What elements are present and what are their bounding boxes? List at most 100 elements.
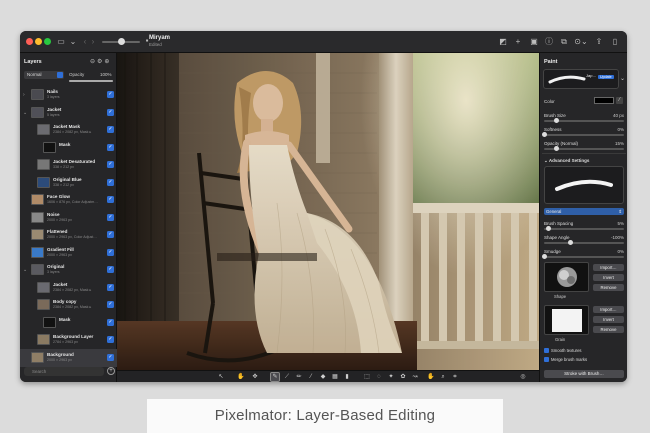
merge-brush-marks-checkbox[interactable]: Merge brush marks — [544, 357, 587, 363]
shape-angle-slider[interactable] — [544, 240, 624, 245]
layer-visibility-checkbox[interactable]: ✓ — [107, 301, 114, 308]
brush-selector[interactable]: Jap… Update — [543, 69, 619, 89]
options-icon[interactable]: ⊕ — [104, 59, 111, 65]
shape-invert-button[interactable]: Invert — [593, 274, 624, 281]
eyedropper-tool-icon[interactable]: ⁄ — [307, 373, 315, 381]
smooth-textures-checkbox[interactable]: Smooth textures — [544, 348, 582, 354]
grain-invert-button[interactable]: Invert — [593, 316, 624, 323]
layer-row[interactable]: Flattened 2000 × 2963 px, Color Adjust… ✓ — [20, 226, 117, 244]
grain-texture-well[interactable] — [544, 305, 589, 335]
eraser-tool-icon[interactable]: ▮ — [343, 373, 351, 381]
add-layer-button[interactable]: + — [107, 367, 115, 375]
layer-row[interactable]: Background Layer 2784 × 2963 px ✓ — [20, 331, 117, 349]
preset-select[interactable]: General ⇕ — [544, 208, 624, 215]
layer-row[interactable]: Body copy 2384 × 2082 px, Mask ▸ ✓ — [20, 296, 117, 314]
softness-knob[interactable] — [542, 132, 547, 137]
disclosure-icon[interactable]: › — [23, 92, 25, 98]
layer-visibility-checkbox[interactable]: ✓ — [107, 248, 114, 256]
arrange-tool-icon[interactable]: ↖ — [217, 373, 225, 381]
layer-row[interactable]: Jacket Mask 2384 × 2082 px, Mask ▸ ✓ — [20, 121, 117, 139]
lasso-tool-icon[interactable]: ◌ — [375, 373, 383, 381]
close-window-button[interactable] — [26, 38, 33, 45]
layer-visibility-checkbox[interactable]: ✓ — [107, 213, 114, 221]
canvas-settings-icon[interactable]: ◎ — [519, 373, 527, 381]
magic-wand-tool-icon[interactable]: ✦ — [387, 373, 395, 381]
crop-icon[interactable]: ⧉ — [559, 37, 569, 46]
zoom-tool-icon[interactable]: ⌕ — [439, 373, 447, 381]
add-icon[interactable]: + — [513, 37, 523, 46]
layer-visibility-checkbox[interactable]: ✓ — [107, 126, 114, 133]
shape-angle-knob[interactable] — [567, 240, 573, 245]
layer-visibility-checkbox[interactable]: ✓ — [107, 353, 114, 361]
layer-row[interactable]: Noise 2000 × 2963 px ✓ — [20, 209, 117, 227]
update-badge[interactable]: Update — [598, 75, 614, 79]
layer-visibility-checkbox[interactable]: ✓ — [107, 266, 114, 273]
blend-mode-select[interactable]: Normal — [24, 71, 64, 79]
softness-slider[interactable] — [542, 132, 624, 137]
layer-row[interactable]: Background 2000 × 2963 px ✓ — [20, 348, 117, 367]
layer-visibility-checkbox[interactable]: ✓ — [107, 196, 114, 203]
brush-spacing-knob[interactable] — [546, 226, 551, 231]
minimize-window-button[interactable] — [35, 38, 42, 45]
disclosure-icon[interactable]: ⌄ — [23, 110, 27, 116]
layer-search-input[interactable]: Search — [24, 367, 104, 376]
selection-tool-icon[interactable]: ⬚ — [363, 373, 371, 381]
smudge-slider[interactable] — [542, 254, 624, 259]
gradient-tool-icon[interactable]: ▦ — [331, 373, 339, 381]
grain-import-button[interactable]: Import… — [593, 306, 624, 313]
shape-import-button[interactable]: Import… — [593, 264, 624, 271]
layer-visibility-checkbox[interactable]: ✓ — [107, 318, 114, 326]
layer-visibility-checkbox[interactable]: ✓ — [107, 231, 114, 238]
info-icon[interactable]: ⓘ — [544, 37, 554, 46]
opacity-slider[interactable] — [69, 80, 113, 82]
eyedropper-icon[interactable]: ⁄ — [616, 97, 623, 104]
brush-tool-icon[interactable]: ⟋ — [283, 373, 291, 381]
shape-remove-button[interactable]: Remove — [593, 284, 624, 291]
group-icon[interactable]: ⊖ — [90, 59, 97, 65]
layer-row[interactable]: › Nails 3 layers ✓ — [20, 86, 117, 104]
layer-row[interactable]: ⌄ Original 3 layers ✓ — [20, 261, 117, 279]
layer-row[interactable]: Face Glow 1606 × 876 px, Color Adjustm… ✓ — [20, 191, 117, 209]
hand-tool-icon[interactable]: ✋ — [237, 373, 245, 381]
layer-visibility-checkbox[interactable]: ✓ — [107, 161, 114, 168]
image-icon[interactable]: ▣ — [529, 37, 539, 46]
smudge-knob[interactable] — [542, 254, 547, 259]
type-tool-icon[interactable]: ✋ — [427, 373, 435, 381]
crop-tool-icon[interactable]: ⌗ — [451, 373, 459, 381]
brush-spacing-slider[interactable] — [544, 226, 624, 231]
layer-visibility-checkbox[interactable]: ✓ — [107, 108, 114, 116]
layers-panel-icons[interactable]: ⊖⚙⊕ — [90, 58, 111, 65]
stroke-with-brush-button[interactable]: Stroke with Brush… — [544, 370, 624, 378]
layer-row[interactable]: Jacket 2384 × 2082 px, Mask ▸ ✓ — [20, 279, 117, 297]
pencil-tool-icon[interactable]: ✏ — [295, 373, 303, 381]
chevron-down-icon[interactable]: ⌄ — [620, 75, 625, 82]
transform-tool-icon[interactable]: ✥ — [251, 373, 259, 381]
layer-row[interactable]: Mask ✓ — [20, 139, 117, 157]
layer-visibility-checkbox[interactable]: ✓ — [107, 91, 114, 98]
image-canvas[interactable] — [117, 53, 539, 370]
sidebar-toggle-icon[interactable]: ▭ — [56, 37, 66, 46]
retouch-tool-icon[interactable]: ✿ — [399, 373, 407, 381]
layer-row[interactable]: Gradient Fill 2000 × 2963 px ✓ — [20, 244, 117, 262]
more-icon[interactable]: ⊙⌄ — [573, 37, 589, 46]
paint-opacity-knob[interactable] — [554, 146, 559, 151]
chevron-down-icon[interactable]: ⌄ — [68, 37, 78, 46]
brush-size-slider[interactable] — [544, 118, 624, 123]
zoom-window-button[interactable] — [44, 38, 51, 45]
disclosure-icon[interactable]: ⌄ — [23, 267, 27, 273]
layer-visibility-checkbox[interactable]: ✓ — [107, 178, 114, 186]
smudge-tool-icon[interactable]: ↝ — [411, 373, 419, 381]
layer-row[interactable]: ⌄ Jacket 5 layers ✓ — [20, 104, 117, 122]
advanced-settings-toggle[interactable]: ⌄ Advanced Settings — [544, 158, 589, 164]
paint-brush-tool-icon[interactable]: ✎ — [270, 372, 280, 382]
share-icon[interactable]: ⇪ — [594, 37, 604, 46]
color-well[interactable] — [594, 97, 614, 104]
fill-tool-icon[interactable]: ◆ — [319, 373, 327, 381]
layer-visibility-checkbox[interactable]: ✓ — [107, 336, 114, 343]
panel-icon[interactable]: ▯ — [610, 37, 620, 46]
layer-visibility-checkbox[interactable]: ✓ — [107, 283, 114, 291]
forward-icon[interactable]: › — [88, 37, 98, 46]
layer-visibility-checkbox[interactable]: ✓ — [107, 143, 114, 151]
layer-row[interactable]: Original Blue 338 × 212 px ✓ — [20, 174, 117, 192]
brush-size-knob[interactable] — [554, 118, 559, 123]
